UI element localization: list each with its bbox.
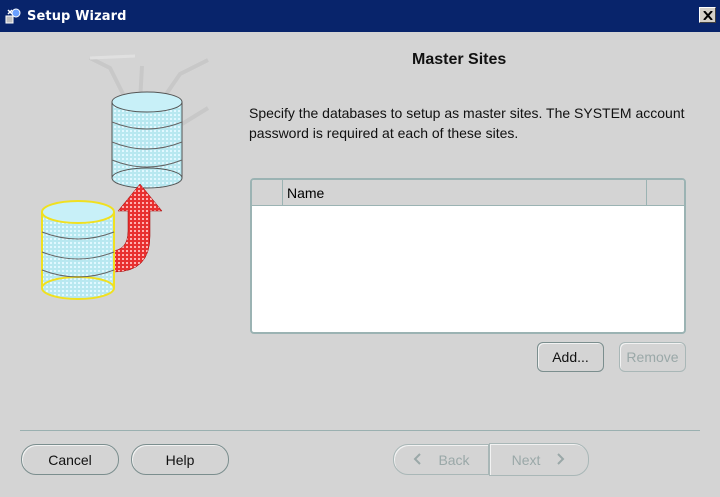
cancel-button[interactable]: Cancel	[21, 444, 119, 475]
master-sites-table[interactable]: Name	[250, 178, 686, 334]
cancel-button-label: Cancel	[48, 451, 92, 468]
extra-column-header	[647, 180, 684, 205]
name-column-header[interactable]: Name	[283, 180, 647, 205]
title-bar: Setup Wizard	[0, 0, 720, 32]
remove-button[interactable]: Remove	[619, 342, 686, 372]
database-illustration	[30, 46, 225, 316]
wizard-icon	[4, 7, 22, 25]
add-button-label: Add...	[552, 349, 589, 365]
help-button[interactable]: Help	[131, 444, 229, 475]
chevron-right-icon	[554, 452, 566, 468]
back-button-label: Back	[438, 451, 470, 468]
wizard-content: Master Sites Specify the databases to se…	[0, 32, 720, 497]
page-title: Master Sites	[412, 51, 507, 68]
chevron-left-icon	[412, 452, 424, 468]
remove-button-label: Remove	[626, 349, 679, 365]
add-button[interactable]: Add...	[537, 342, 604, 372]
window-title: Setup Wizard	[27, 8, 127, 24]
next-button[interactable]: Next	[489, 443, 589, 476]
next-button-label: Next	[511, 451, 541, 468]
selector-column-header[interactable]	[252, 180, 283, 205]
footer-divider	[20, 430, 700, 431]
table-header: Name	[252, 180, 684, 206]
page-description: Specify the databases to setup as master…	[249, 105, 685, 141]
help-button-label: Help	[165, 451, 195, 468]
close-button[interactable]	[699, 7, 716, 23]
back-button[interactable]: Back	[393, 444, 489, 475]
close-icon	[702, 7, 713, 23]
